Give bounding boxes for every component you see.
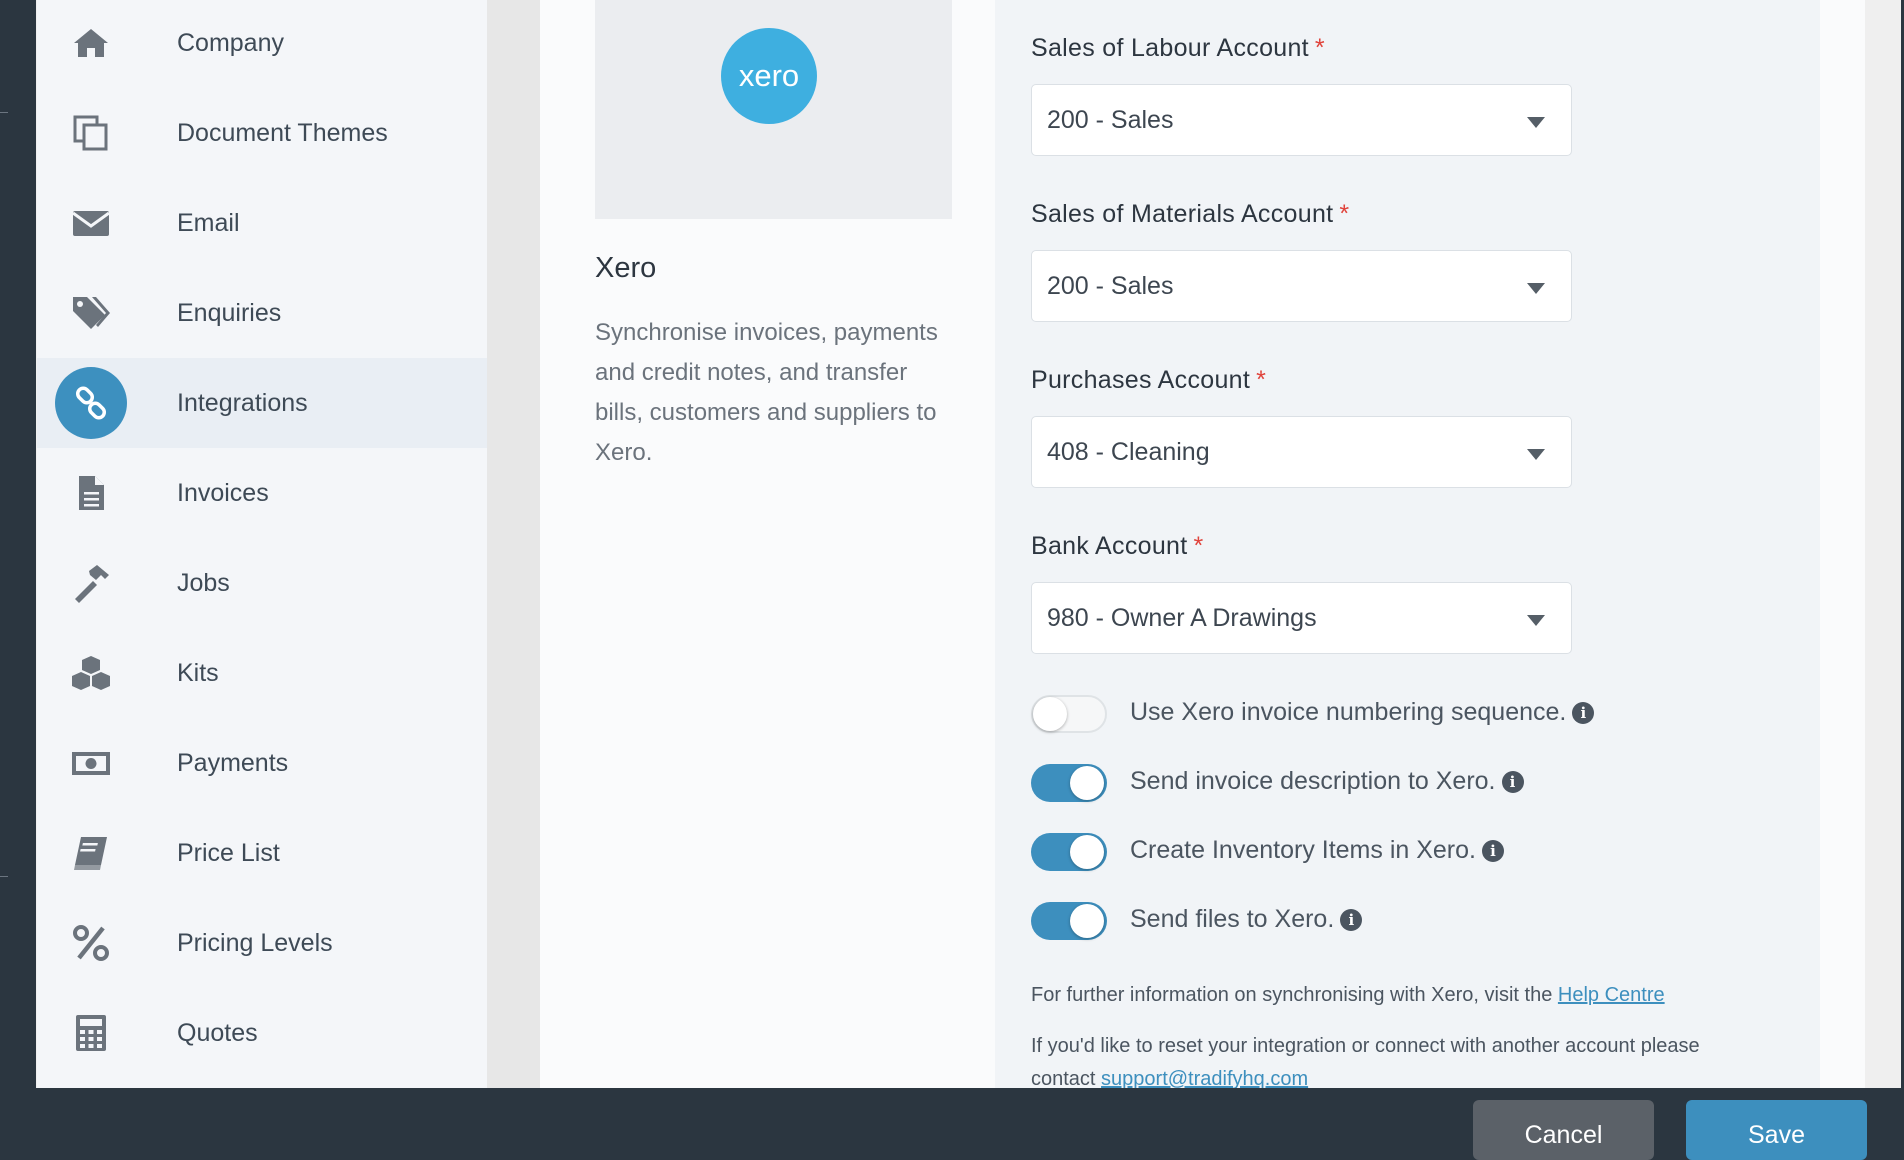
sidebar-item-label: Payments (177, 748, 289, 777)
content-gutter (487, 0, 540, 1088)
info-icon[interactable]: i (1501, 771, 1524, 793)
toggle-knob (1070, 766, 1104, 800)
sidebar-item-label: Kits (177, 658, 219, 687)
money-icon (55, 727, 127, 799)
toggle-label-text: Create Inventory Items in Xero. (1130, 836, 1476, 864)
sidebar-item-jobs[interactable]: Jobs (37, 538, 487, 628)
sidebar-item-quotes[interactable]: Quotes (37, 988, 487, 1078)
sidebar-item-integrations[interactable]: Integrations (37, 358, 487, 448)
sidebar-item-price-list[interactable]: Price List (37, 808, 487, 898)
select-value: 408 - Cleaning (1047, 438, 1210, 466)
divider-tick (0, 112, 8, 113)
book-icon (55, 817, 127, 889)
bank-account-label: Bank Account * (1031, 532, 1204, 561)
inventory-items-toggle[interactable] (1031, 833, 1107, 871)
field-label-text: Bank Account (1031, 532, 1188, 560)
sidebar-item-invoices[interactable]: Invoices (37, 448, 487, 538)
integration-description: Synchronise invoices, payments and credi… (595, 319, 938, 466)
sales-materials-account-select[interactable]: 200 - Sales (1031, 250, 1572, 322)
hammer-icon (55, 547, 127, 619)
integration-title: Xero (595, 252, 657, 284)
cubes-icon (55, 637, 127, 709)
sidebar-item-document-themes[interactable]: Document Themes (37, 88, 487, 178)
toggle-label-text: Send files to Xero. (1130, 905, 1335, 933)
select-value: 980 - Owner A Drawings (1047, 604, 1317, 632)
bank-account-select[interactable]: 980 - Owner A Drawings (1031, 582, 1572, 654)
toggle-knob (1070, 835, 1104, 869)
sidebar-item-label: Jobs (177, 568, 230, 597)
send-files-toggle[interactable] (1031, 902, 1107, 940)
document-icon (55, 457, 127, 529)
sidebar-item-email[interactable]: Email (37, 178, 487, 268)
settings-sidebar: Company Document Themes Email Enquiries … (37, 0, 487, 1088)
toggle-knob (1070, 904, 1104, 938)
caret-down-icon (1527, 117, 1545, 128)
home-icon (55, 7, 127, 79)
toggle-knob (1033, 697, 1067, 731)
contact-prefix: contact (1031, 1068, 1096, 1090)
tags-icon (55, 277, 127, 349)
envelope-icon (55, 187, 127, 259)
help-text-body: For further information on synchronising… (1031, 984, 1553, 1006)
link-icon (55, 367, 127, 439)
sales-materials-account-label: Sales of Materials Account * (1031, 200, 1349, 229)
save-button[interactable]: Save (1686, 1100, 1867, 1160)
toggle-label: Create Inventory Items in Xero. i (1130, 836, 1504, 865)
sidebar-item-payments[interactable]: Payments (37, 718, 487, 808)
select-value: 200 - Sales (1047, 106, 1174, 134)
field-label-text: Sales of Materials Account (1031, 200, 1334, 228)
field-label-text: Sales of Labour Account (1031, 34, 1309, 62)
sales-labour-account-label: Sales of Labour Account * (1031, 34, 1325, 63)
caret-down-icon (1527, 449, 1545, 460)
purchases-account-label: Purchases Account * (1031, 366, 1266, 395)
info-icon[interactable]: i (1572, 702, 1595, 724)
invoice-description-toggle[interactable] (1031, 764, 1107, 802)
info-icon[interactable]: i (1481, 840, 1504, 862)
integration-logo-panel: xero (595, 0, 952, 219)
select-value: 200 - Sales (1047, 272, 1174, 300)
toggle-label: Use Xero invoice numbering sequence. i (1130, 698, 1595, 727)
sidebar-item-label: Company (177, 28, 284, 57)
percent-icon (55, 907, 127, 979)
sidebar-item-label: Integrations (177, 388, 308, 417)
sales-labour-account-select[interactable]: 200 - Sales (1031, 84, 1572, 156)
toggle-label: Send invoice description to Xero. i (1130, 767, 1524, 796)
info-icon[interactable]: i (1340, 909, 1363, 931)
reset-text: If you'd like to reset your integration … (1031, 1035, 1700, 1057)
sidebar-item-kits[interactable]: Kits (37, 628, 487, 718)
required-marker: * (1256, 366, 1267, 394)
toggle-label: Send files to Xero. i (1130, 905, 1363, 934)
copy-icon (55, 97, 127, 169)
caret-down-icon (1527, 615, 1545, 626)
sidebar-item-company[interactable]: Company (37, 0, 487, 88)
sidebar-item-label: Document Themes (177, 118, 388, 147)
help-centre-link[interactable]: Help Centre (1558, 984, 1665, 1006)
help-text: For further information on synchronising… (1031, 984, 1665, 1007)
toggle-label-text: Send invoice description to Xero. (1130, 767, 1496, 795)
cancel-button[interactable]: Cancel (1473, 1100, 1654, 1160)
caret-down-icon (1527, 283, 1545, 294)
required-marker: * (1314, 34, 1325, 62)
sidebar-item-label: Quotes (177, 1018, 258, 1047)
background-strip-left (0, 0, 36, 1088)
xero-logo-text: xero (738, 58, 800, 93)
invoice-numbering-toggle[interactable] (1031, 695, 1107, 733)
purchases-account-select[interactable]: 408 - Cleaning (1031, 416, 1572, 488)
sidebar-item-pricing-levels[interactable]: Pricing Levels (37, 898, 487, 988)
divider-tick (0, 876, 8, 877)
calculator-icon (55, 997, 127, 1069)
sidebar-item-label: Enquiries (177, 298, 282, 327)
support-email-link[interactable]: support@tradifyhq.com (1101, 1068, 1308, 1090)
sidebar-item-label: Invoices (177, 478, 269, 507)
sidebar-item-label: Price List (177, 838, 280, 867)
toggle-label-text: Use Xero invoice numbering sequence. (1130, 698, 1567, 726)
sidebar-item-label: Email (177, 208, 240, 237)
xero-logo: xero (721, 28, 817, 124)
sidebar-item-enquiries[interactable]: Enquiries (37, 268, 487, 358)
required-marker: * (1339, 200, 1350, 228)
required-marker: * (1193, 532, 1204, 560)
sidebar-item-label: Pricing Levels (177, 928, 333, 957)
field-label-text: Purchases Account (1031, 366, 1251, 394)
